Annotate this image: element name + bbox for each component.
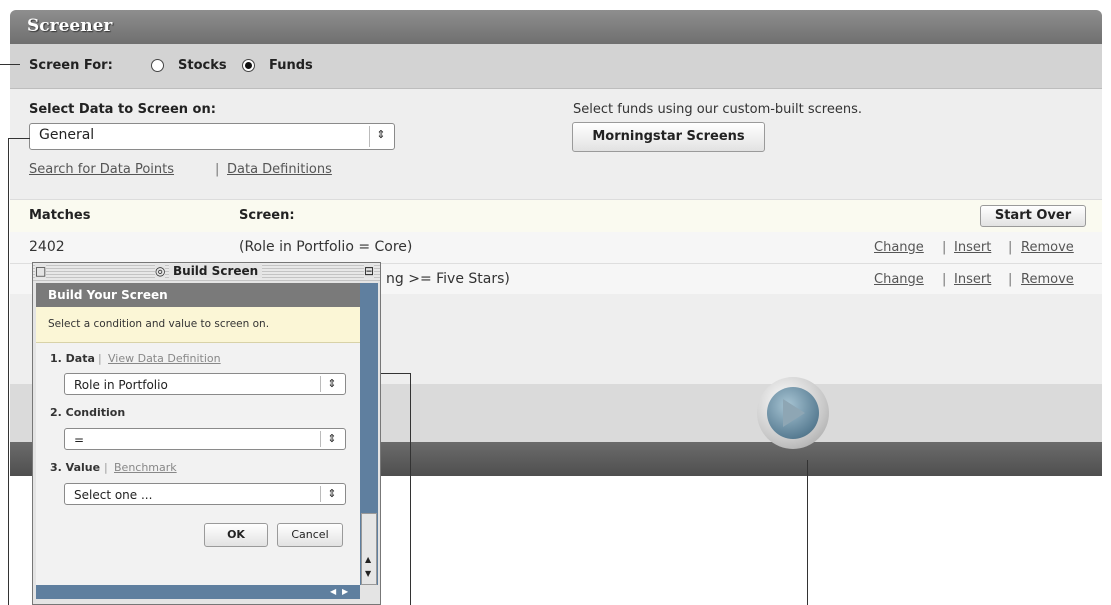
dialog-title-bar[interactable]: □ ◎ Build Screen ⊟ [33, 263, 380, 281]
cancel-button[interactable]: Cancel [277, 523, 343, 547]
scroll-up-icon[interactable]: ▲ [365, 555, 371, 564]
action-separator: | [942, 240, 947, 255]
panel-title: Screener [27, 16, 113, 36]
view-data-definition-link[interactable]: View Data Definition [108, 352, 221, 365]
window-close-icon[interactable]: □ [35, 264, 47, 278]
change-link[interactable]: Change [874, 272, 924, 287]
remove-link[interactable]: Remove [1021, 272, 1074, 287]
benchmark-link[interactable]: Benchmark [114, 461, 177, 474]
link-separator: | [215, 162, 220, 177]
select-arrow-icon: ⇕ [369, 126, 392, 147]
data-select[interactable]: Role in Portfolio ⇕ [64, 373, 346, 395]
dialog-instruction-box: Select a condition and value to screen o… [36, 307, 360, 343]
screen-for-bar: Screen For: Stocks Funds [10, 44, 1102, 89]
data-category-select[interactable]: General ⇕ [29, 123, 395, 150]
label-separator: | [104, 461, 108, 474]
change-link[interactable]: Change [874, 240, 924, 255]
action-separator: | [942, 272, 947, 287]
condition-step-label: 2. Condition [50, 406, 126, 419]
scroll-right-icon[interactable]: ▶ [342, 587, 348, 596]
data-definitions-link[interactable]: Data Definitions [227, 162, 332, 177]
select-arrow-icon: ⇕ [320, 431, 343, 447]
select-data-label: Select Data to Screen on: [29, 102, 216, 117]
funds-label[interactable]: Funds [269, 58, 313, 73]
stocks-label[interactable]: Stocks [178, 58, 227, 73]
stocks-radio[interactable] [151, 59, 164, 72]
value-step-label: 3. Value [50, 461, 101, 474]
screen-for-label: Screen For: [29, 58, 113, 73]
dialog-header: Build Your Screen [36, 283, 360, 307]
label-separator: | [98, 352, 102, 365]
screen-header: Screen: [239, 208, 295, 223]
morningstar-screens-button[interactable]: Morningstar Screens [572, 122, 765, 152]
dialog-instruction: Select a condition and value to screen o… [48, 318, 270, 330]
window-menu-icon[interactable]: ◎ [155, 264, 166, 278]
dialog-horizontal-scrollbar[interactable] [36, 585, 360, 599]
condition-select[interactable]: = ⇕ [64, 428, 346, 450]
row-matches: 2402 [29, 239, 65, 255]
funds-radio[interactable] [242, 59, 255, 72]
start-over-button[interactable]: Start Over [980, 205, 1086, 227]
insert-link[interactable]: Insert [954, 272, 991, 287]
callout-line [410, 373, 411, 605]
select-arrow-icon: ⇕ [320, 486, 343, 502]
matches-header: Matches [29, 208, 91, 223]
callout-line [8, 138, 9, 605]
action-separator: | [1008, 240, 1013, 255]
custom-screens-text: Select funds using our custom-built scre… [573, 102, 862, 117]
data-step-label: 1. Data [50, 352, 95, 365]
table-row: 2402 (Role in Portfolio = Core) Change |… [10, 232, 1102, 264]
row-condition: (Role in Portfolio = Core) [239, 239, 413, 255]
data-category-value: General [39, 127, 95, 143]
action-separator: | [1008, 272, 1013, 287]
value-select[interactable]: Select one ... ⇕ [64, 483, 346, 505]
dialog-header-text: Build Your Screen [48, 288, 168, 302]
select-arrow-icon: ⇕ [320, 376, 343, 392]
row-condition: ng >= Five Stars) [386, 271, 510, 287]
title-bar: Screener [10, 10, 1102, 44]
ok-button[interactable]: OK [204, 523, 268, 547]
scroll-down-icon[interactable]: ▼ [365, 569, 371, 578]
play-icon [783, 399, 805, 427]
insert-link[interactable]: Insert [954, 240, 991, 255]
build-screen-dialog: □ ◎ Build Screen ⊟ Build Your Screen Sel… [32, 262, 381, 605]
dialog-body: 1. Data | View Data Definition Role in P… [36, 343, 360, 585]
remove-link[interactable]: Remove [1021, 240, 1074, 255]
callout-line [0, 64, 20, 65]
callout-line [8, 138, 30, 139]
data-select-value: Role in Portfolio [74, 378, 168, 392]
window-maximize-icon[interactable]: ⊟ [364, 264, 375, 278]
matches-header-bar: Matches Screen: Start Over [10, 199, 1102, 233]
scroll-left-icon[interactable]: ◀ [330, 587, 336, 596]
search-data-points-link[interactable]: Search for Data Points [29, 162, 174, 177]
value-select-value: Select one ... [74, 488, 153, 502]
callout-line [807, 460, 808, 605]
condition-select-value: = [74, 433, 85, 447]
dialog-title: Build Screen [169, 264, 263, 278]
